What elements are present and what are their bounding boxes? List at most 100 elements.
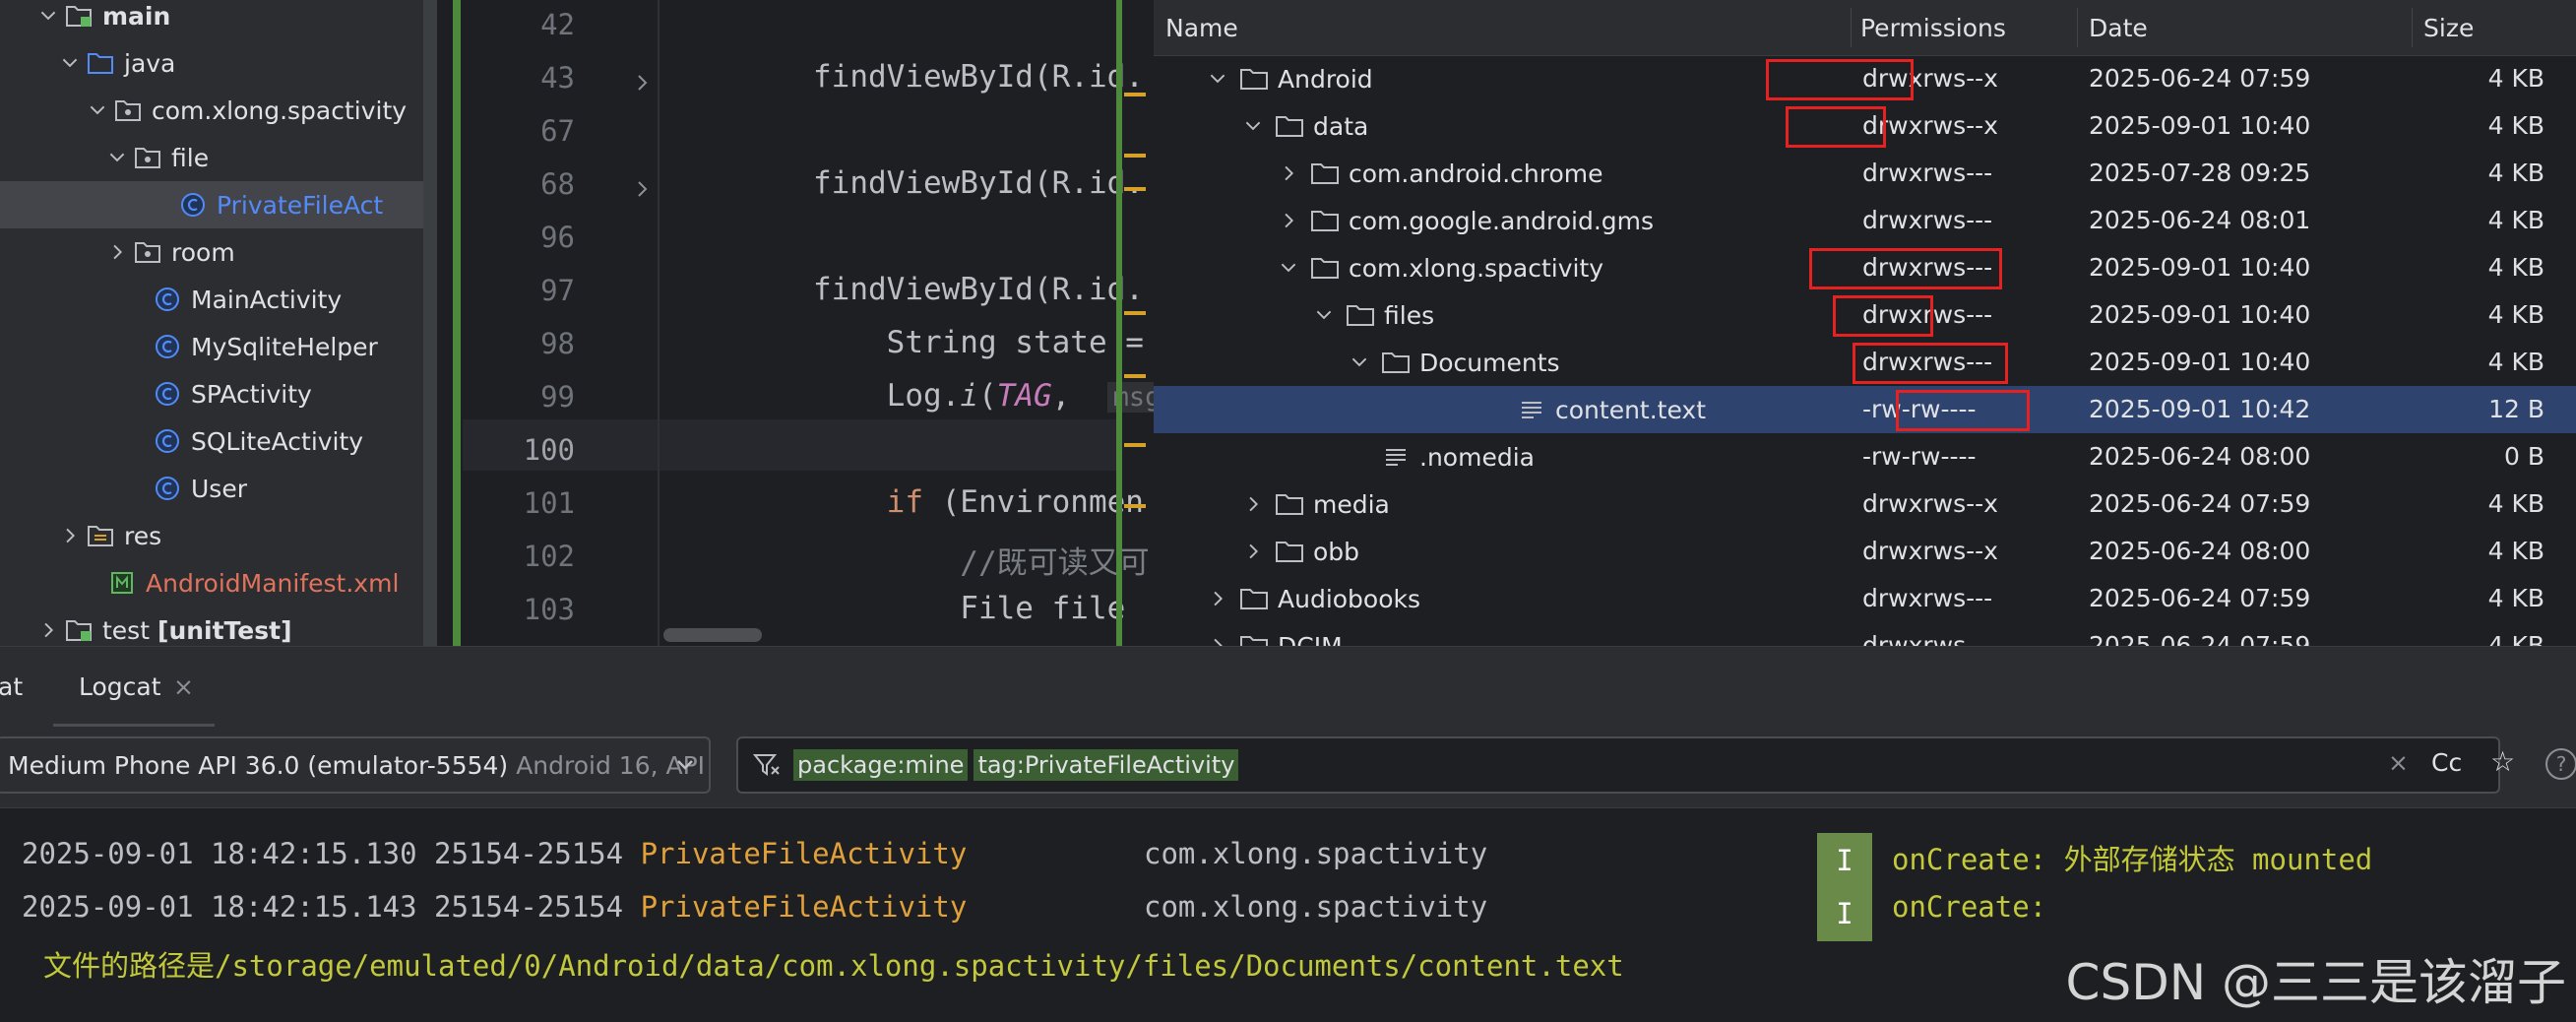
warning-marker[interactable] bbox=[1124, 187, 1146, 191]
tab-partial[interactable]: at bbox=[0, 672, 23, 701]
code-line[interactable]: Log.i(TAG, msg bbox=[813, 378, 1154, 414]
chevron-down-icon[interactable] bbox=[1309, 300, 1339, 330]
filter-icon[interactable] bbox=[752, 750, 782, 780]
tree-item-main[interactable]: main bbox=[0, 0, 437, 39]
tree-item-java[interactable]: java bbox=[0, 39, 437, 87]
close-icon[interactable]: × bbox=[173, 672, 194, 701]
code-line[interactable]: if (Environmen bbox=[813, 484, 1144, 520]
tree-item-room[interactable]: room bbox=[0, 228, 437, 276]
chevron-down-icon[interactable] bbox=[102, 143, 132, 172]
fold-chevron-icon[interactable] bbox=[632, 73, 652, 93]
warning-marker[interactable] bbox=[1124, 443, 1146, 447]
code-line[interactable]: findViewById(R.id. bbox=[813, 165, 1144, 201]
explorer-row[interactable]: media drwxrws--x 2025-06-24 07:59 4 KB bbox=[1154, 480, 2576, 528]
code-line[interactable]: File file bbox=[813, 591, 1144, 626]
chevron-down-icon[interactable] bbox=[1203, 64, 1232, 94]
column-name[interactable]: Name bbox=[1165, 14, 1238, 42]
chevron-down-icon[interactable] bbox=[1345, 348, 1374, 377]
chevron-down-icon[interactable] bbox=[83, 96, 112, 125]
tab-logcat[interactable]: Logcat bbox=[79, 672, 161, 701]
chevron-right-icon[interactable] bbox=[1274, 206, 1303, 235]
explorer-item-name: com.android.chrome bbox=[1349, 159, 1603, 188]
chevron-right-icon[interactable] bbox=[1203, 584, 1232, 613]
filter-chip-package[interactable]: package:mine bbox=[793, 749, 969, 781]
code-line[interactable]: //既可读又可 bbox=[813, 538, 1149, 582]
code-line[interactable]: findViewById(R.id. bbox=[813, 272, 1144, 307]
code-line[interactable]: String state = bbox=[813, 325, 1154, 360]
line-number: 103 bbox=[523, 593, 575, 626]
clear-filter-icon[interactable]: × bbox=[2388, 748, 2409, 777]
warning-marker[interactable] bbox=[1124, 93, 1146, 96]
explorer-row[interactable]: com.google.android.gms drwxrws--- 2025-06-… bbox=[1154, 197, 2576, 244]
log-continuation: 文件的路径是/storage/emulated/0/Android/data/c… bbox=[43, 943, 1624, 985]
explorer-row[interactable]: .nomedia -rw-rw---- 2025-06-24 08:00 0 B bbox=[1154, 433, 2576, 480]
column-date[interactable]: Date bbox=[2089, 14, 2148, 42]
code-editor[interactable]: 42 43 findViewById(R.id. 67 68 findViewById(R… bbox=[437, 0, 1154, 646]
tree-item-file[interactable]: file bbox=[0, 134, 437, 181]
line-number: 99 bbox=[540, 380, 575, 414]
column-size[interactable]: Size bbox=[2423, 14, 2474, 42]
device-selector[interactable]: Medium Phone API 36.0 (emulator-5554) An… bbox=[0, 736, 711, 794]
explorer-row[interactable]: com.android.chrome drwxrws--- 2025-07-28 0… bbox=[1154, 150, 2576, 197]
chevron-down-icon[interactable] bbox=[33, 1, 63, 31]
explorer-row[interactable]: DCIM drwxrws--- 2025-06-24 07:59 4 KB bbox=[1154, 622, 2576, 646]
tree-item-mainactivity[interactable]: MainActivity bbox=[0, 276, 437, 323]
tree-item-privatefileact[interactable]: PrivateFileAct bbox=[0, 181, 437, 228]
chevron-right-icon[interactable] bbox=[55, 521, 85, 550]
warning-marker[interactable] bbox=[1124, 374, 1146, 378]
explorer-date: 2025-06-24 07:59 bbox=[2089, 584, 2311, 612]
tree-item-spactivity[interactable]: SPActivity bbox=[0, 370, 437, 417]
project-scrollbar[interactable] bbox=[423, 0, 437, 646]
folder-icon bbox=[1274, 536, 1305, 567]
explorer-row[interactable]: Audiobooks drwxrws--- 2025-06-24 07:59 4 KB bbox=[1154, 575, 2576, 622]
logcat-filter-input[interactable]: package:mine tag:PrivateFileActivity bbox=[736, 736, 2500, 794]
explorer-date: 2025-06-24 08:01 bbox=[2089, 206, 2311, 234]
tree-item-suffix: [unitTest] bbox=[157, 615, 292, 645]
chevron-down-icon[interactable] bbox=[1238, 111, 1268, 141]
match-case-button[interactable]: Cc bbox=[2431, 748, 2462, 777]
explorer-name-cell: files bbox=[1309, 291, 1434, 339]
chevron-right-icon[interactable] bbox=[1274, 159, 1303, 188]
tree-item-com-xlong-spactivity[interactable]: com.xlong.spactivity bbox=[0, 87, 437, 134]
fold-chevron-icon[interactable] bbox=[632, 179, 652, 199]
log-path: /storage/emulated/0/Android/data/com.xlo… bbox=[215, 949, 1624, 983]
tree-item-androidmanifest-xml[interactable]: AndroidManifest.xml bbox=[0, 559, 437, 607]
tree-item-label: User bbox=[191, 474, 247, 503]
chevron-right-icon[interactable] bbox=[102, 237, 132, 267]
explorer-name-cell: Documents bbox=[1345, 339, 1560, 386]
chevron-right-icon[interactable] bbox=[1238, 537, 1268, 566]
warning-marker[interactable] bbox=[1124, 154, 1146, 158]
explorer-row[interactable]: obb drwxrws--x 2025-06-24 08:00 4 KB bbox=[1154, 528, 2576, 575]
explorer-date: 2025-09-01 10:40 bbox=[2089, 111, 2311, 140]
chevron-right-icon[interactable] bbox=[1238, 489, 1268, 519]
explorer-size: 4 KB bbox=[2487, 64, 2545, 93]
chevron-right-icon[interactable] bbox=[33, 615, 63, 645]
editor-horizontal-scrollbar[interactable] bbox=[663, 628, 762, 642]
warning-marker[interactable] bbox=[1124, 311, 1146, 315]
code-line[interactable]: findViewById(R.id. bbox=[813, 59, 1144, 95]
chevron-right-icon[interactable] bbox=[1203, 631, 1232, 646]
tree-item-test[interactable]: test [unitTest] bbox=[0, 607, 437, 646]
explorer-permissions: drwxrws--- bbox=[1862, 631, 1993, 646]
explorer-name-cell: com.xlong.spactivity bbox=[1274, 244, 1603, 291]
filter-chip-tag[interactable]: tag:PrivateFileActivity bbox=[974, 749, 1239, 781]
explorer-permissions: -rw-rw---- bbox=[1862, 442, 1977, 471]
tree-item-res[interactable]: res bbox=[0, 512, 437, 559]
warning-marker[interactable] bbox=[1124, 504, 1146, 508]
tree-item-user[interactable]: User bbox=[0, 465, 437, 512]
chevron-down-icon[interactable] bbox=[1274, 253, 1303, 283]
help-icon[interactable]: ? bbox=[2545, 748, 2576, 780]
explorer-size: 12 B bbox=[2488, 395, 2545, 423]
explorer-size: 4 KB bbox=[2487, 631, 2545, 646]
log-line[interactable]: 2025-09-01 18:42:15.143 25154-25154 Priv… bbox=[22, 890, 967, 924]
star-icon[interactable]: ☆ bbox=[2490, 745, 2515, 778]
code-token: TAG bbox=[996, 378, 1052, 414]
column-permissions[interactable]: Permissions bbox=[1860, 14, 2006, 42]
explorer-row[interactable]: content.text -rw-rw---- 2025-09-01 10:42 12… bbox=[1154, 386, 2576, 433]
tree-item-sqliteactivity[interactable]: SQLiteActivity bbox=[0, 417, 437, 465]
log-line[interactable]: 2025-09-01 18:42:15.130 25154-25154 Priv… bbox=[22, 837, 967, 870]
tree-item-mysqlitehelper[interactable]: MySqliteHelper bbox=[0, 323, 437, 370]
explorer-date: 2025-09-01 10:40 bbox=[2089, 300, 2311, 329]
folder-icon bbox=[1345, 299, 1376, 331]
chevron-down-icon[interactable] bbox=[55, 48, 85, 78]
